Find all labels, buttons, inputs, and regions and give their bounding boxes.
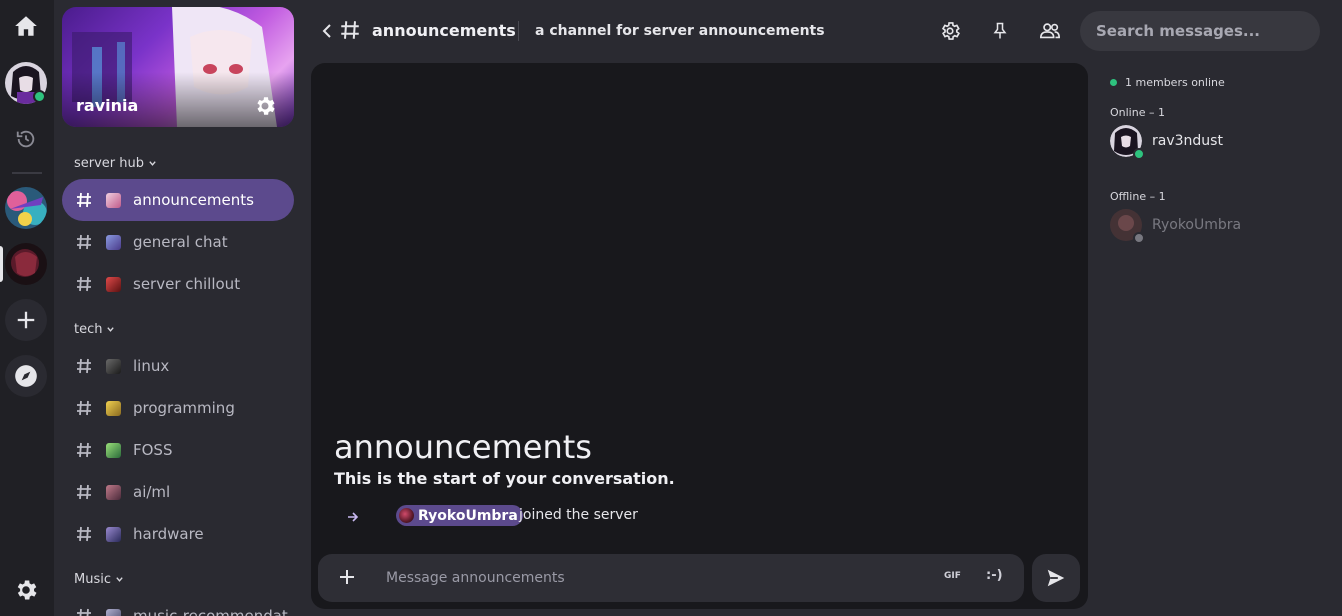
channel-label: music-recommendat bbox=[133, 607, 288, 616]
channel-programming[interactable]: programming bbox=[62, 387, 294, 429]
user-mention[interactable]: RyokoUmbra bbox=[396, 505, 523, 526]
channel-general-chat[interactable]: general chat bbox=[62, 221, 294, 263]
hash-icon bbox=[74, 524, 94, 544]
search-input[interactable] bbox=[1080, 11, 1320, 51]
server-icon-1[interactable] bbox=[5, 187, 47, 229]
explore-icon[interactable] bbox=[5, 355, 47, 397]
channel-settings-icon[interactable] bbox=[938, 19, 962, 43]
channel-thumbnail bbox=[106, 276, 121, 292]
pin-icon[interactable] bbox=[988, 19, 1012, 43]
message-composer: GIF :-) bbox=[318, 554, 1024, 602]
channel-announcements[interactable]: announcements bbox=[62, 179, 294, 221]
online-summary: 1 members online bbox=[1125, 76, 1225, 89]
chevron-down-icon bbox=[116, 577, 123, 582]
server-settings-icon[interactable] bbox=[252, 93, 278, 119]
online-status-dot bbox=[33, 90, 46, 103]
message-input[interactable] bbox=[386, 564, 926, 592]
avatar bbox=[1110, 125, 1145, 160]
category-tech[interactable]: tech bbox=[74, 322, 115, 337]
rail-divider bbox=[12, 172, 42, 174]
channel-label: linux bbox=[133, 357, 170, 375]
offline-status-dot bbox=[1133, 232, 1145, 244]
channel-ai-ml[interactable]: ai/ml bbox=[62, 471, 294, 513]
avatar bbox=[1110, 209, 1145, 244]
category-label: tech bbox=[74, 322, 103, 337]
attach-plus-icon[interactable] bbox=[338, 568, 358, 588]
hash-icon bbox=[74, 440, 94, 460]
server-icon-ravinia[interactable] bbox=[5, 243, 47, 285]
channel-hardware[interactable]: hardware bbox=[62, 513, 294, 555]
welcome-subtitle: This is the start of your conversation. bbox=[334, 469, 675, 488]
join-arrow-icon bbox=[346, 509, 360, 523]
avatar bbox=[399, 508, 414, 523]
chat-area bbox=[311, 63, 1088, 609]
hash-icon bbox=[74, 356, 94, 376]
channel-linux[interactable]: linux bbox=[62, 345, 294, 387]
active-server-indicator bbox=[0, 246, 3, 282]
settings-icon[interactable] bbox=[5, 569, 47, 611]
channel-server-chillout[interactable]: server chillout bbox=[62, 263, 294, 305]
channel-label: FOSS bbox=[133, 441, 173, 459]
category-music[interactable]: Music bbox=[74, 572, 124, 587]
channel-thumbnail bbox=[106, 234, 121, 250]
chevron-down-icon bbox=[107, 327, 115, 332]
channel-label: hardware bbox=[133, 525, 204, 543]
online-group-label: Online – 1 bbox=[1110, 106, 1165, 119]
add-server-icon[interactable] bbox=[5, 299, 47, 341]
channel-thumbnail bbox=[106, 192, 121, 208]
hash-icon bbox=[74, 482, 94, 502]
hash-icon bbox=[340, 20, 362, 42]
channel-thumbnail bbox=[106, 608, 121, 616]
join-event-text: joined the server bbox=[519, 507, 638, 523]
chevron-down-icon bbox=[149, 161, 156, 166]
back-chevron-icon[interactable] bbox=[320, 22, 334, 40]
online-status-dot bbox=[1110, 79, 1117, 86]
member-name: rav3ndust bbox=[1152, 133, 1223, 149]
member-name: RyokoUmbra bbox=[1152, 217, 1242, 233]
channel-thumbnail bbox=[106, 484, 121, 500]
channel-label: programming bbox=[133, 399, 235, 417]
server-rail bbox=[0, 0, 54, 616]
channel-label: ai/ml bbox=[133, 483, 171, 501]
channel-topic: a channel for server announcements bbox=[535, 23, 825, 39]
channel-thumbnail bbox=[106, 526, 121, 542]
home-icon[interactable] bbox=[5, 5, 47, 47]
hash-icon bbox=[74, 274, 94, 294]
hash-icon bbox=[74, 606, 94, 616]
channel-title: announcements bbox=[372, 21, 516, 40]
members-icon[interactable] bbox=[1038, 19, 1062, 43]
hash-icon bbox=[74, 190, 94, 210]
member-item[interactable]: rav3ndust bbox=[1110, 125, 1223, 160]
send-icon bbox=[1047, 569, 1065, 587]
online-status-dot bbox=[1133, 148, 1145, 160]
hash-icon bbox=[74, 398, 94, 418]
server-name: ravinia bbox=[76, 96, 139, 115]
history-icon[interactable] bbox=[5, 118, 47, 160]
channel-label: server chillout bbox=[133, 275, 241, 293]
emoji-button[interactable]: :-) bbox=[986, 568, 1003, 583]
category-label: Music bbox=[74, 572, 111, 587]
mention-username: RyokoUmbra bbox=[418, 507, 518, 524]
server-banner[interactable]: ravinia bbox=[62, 7, 294, 127]
channel-thumbnail bbox=[106, 442, 121, 458]
send-button[interactable] bbox=[1032, 554, 1080, 602]
offline-group-label: Offline – 1 bbox=[1110, 190, 1166, 203]
member-item[interactable]: RyokoUmbra bbox=[1110, 209, 1242, 244]
welcome-title: announcements bbox=[334, 428, 592, 466]
channel-foss[interactable]: FOSS bbox=[62, 429, 294, 471]
channel-thumbnail bbox=[106, 358, 121, 374]
channel-thumbnail bbox=[106, 400, 121, 416]
hash-icon bbox=[74, 232, 94, 252]
online-count: 1 members online bbox=[1110, 76, 1225, 89]
header-divider bbox=[518, 21, 519, 41]
channel-music-recommendations[interactable]: music-recommendat bbox=[62, 595, 294, 616]
channel-label: announcements bbox=[133, 191, 254, 209]
channel-sidebar: ravinia server hub announcements general… bbox=[54, 0, 302, 616]
channel-label: general chat bbox=[133, 233, 228, 251]
gif-button[interactable]: GIF bbox=[944, 571, 961, 581]
category-label: server hub bbox=[74, 156, 145, 171]
category-server-hub[interactable]: server hub bbox=[74, 156, 157, 171]
